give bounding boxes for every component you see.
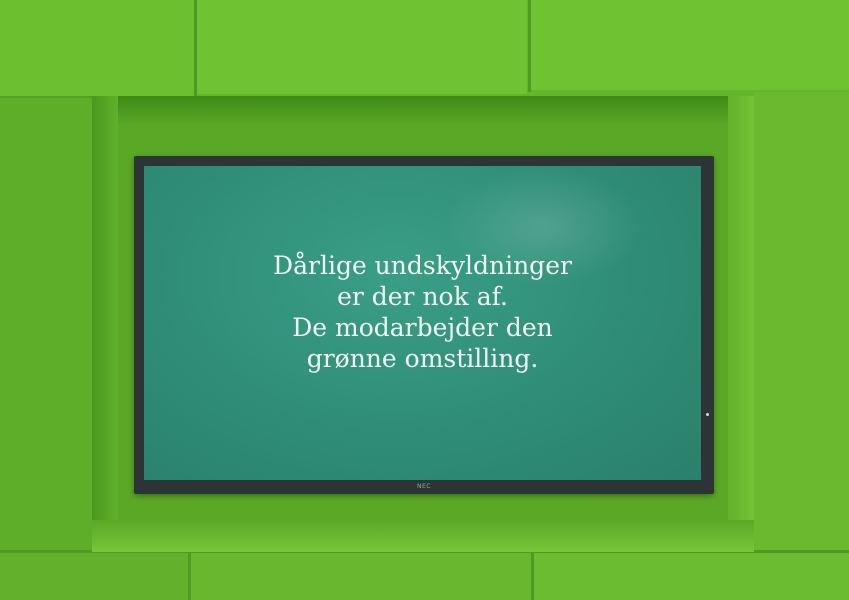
monitor-screen: Dårlige undskyldninger er der nok af. De… xyxy=(144,166,701,480)
monitor-brand-logo: NEC xyxy=(417,483,431,490)
message-line: grønne omstilling. xyxy=(306,344,539,373)
wall-seam xyxy=(188,553,191,600)
wall-panel-top-left xyxy=(0,0,194,96)
wall-panel-bottom-right xyxy=(534,553,849,600)
screen-message: Dårlige undskyldninger er der nok af. De… xyxy=(144,250,701,374)
power-led-icon xyxy=(706,413,709,416)
message-line: Dårlige undskyldninger xyxy=(273,251,572,280)
wall-panel-left xyxy=(0,98,92,550)
wall-seam xyxy=(194,0,197,96)
message-line: De modarbejder den xyxy=(292,313,553,342)
niche-bottom-ledge xyxy=(92,520,754,552)
wall-seam xyxy=(531,553,534,600)
wall-panel-top-middle xyxy=(197,0,527,94)
message-line: er der nok af. xyxy=(337,282,508,311)
wall-panel-top-right xyxy=(531,0,849,90)
wall-panel-right xyxy=(754,92,849,552)
wall-panel-bottom-middle xyxy=(191,553,531,600)
niche-right-side xyxy=(728,96,754,552)
niche-top-shadow xyxy=(92,96,754,126)
niche-left-side xyxy=(92,96,118,552)
wall-seam xyxy=(528,0,531,92)
wall-panel-bottom-left xyxy=(0,553,188,600)
